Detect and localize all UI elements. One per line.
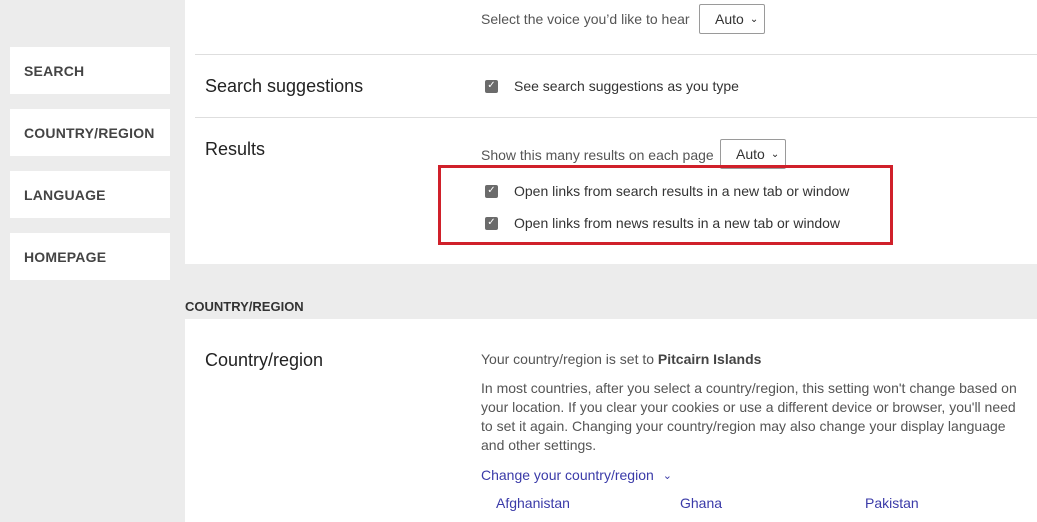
- sidebar-item-label: COUNTRY/REGION: [24, 124, 155, 141]
- sidebar-item-label: LANGUAGE: [24, 186, 106, 203]
- sidebar-item-label: SEARCH: [24, 62, 85, 79]
- change-country-link-label: Change your country/region: [481, 467, 654, 483]
- sidebar-item-country-region[interactable]: COUNTRY/REGION: [10, 109, 170, 156]
- annotation-highlight-box: [438, 165, 893, 245]
- search-settings-panel: Select the voice you’d like to hear Auto…: [185, 0, 1037, 264]
- sidebar-item-language[interactable]: LANGUAGE: [10, 171, 170, 218]
- current-country-value: Pitcairn Islands: [657, 351, 762, 367]
- country-region-section-heading: COUNTRY/REGION: [185, 299, 304, 314]
- change-country-link[interactable]: Change your country/region ⌄: [481, 467, 672, 483]
- voice-select-value: Auto: [715, 11, 744, 27]
- country-region-panel: Country/region Your country/region is se…: [185, 319, 1037, 522]
- country-region-title: Country/region: [205, 350, 324, 370]
- open-search-results-checkbox[interactable]: ✓: [485, 184, 498, 198]
- chevron-down-icon: ⌄: [662, 469, 672, 482]
- current-country-prefix: Your country/region is set to: [481, 351, 658, 367]
- voice-label: Select the voice you’d like to hear: [481, 11, 690, 27]
- country-description: In most countries, after you select a co…: [481, 380, 1017, 453]
- search-suggestions-label: See search suggestions as you type: [514, 78, 739, 94]
- search-suggestions-option[interactable]: ✓ See search suggestions as you type: [485, 78, 739, 94]
- chevron-down-icon: ⌄: [770, 148, 780, 160]
- country-option-ghana[interactable]: Ghana: [680, 495, 722, 511]
- checkmark-icon: ✓: [487, 80, 496, 91]
- results-count-value: Auto: [736, 146, 765, 162]
- checkmark-icon: ✓: [487, 217, 496, 228]
- sidebar-item-homepage[interactable]: HOMEPAGE: [10, 233, 170, 280]
- settings-sidebar: SEARCH COUNTRY/REGION LANGUAGE HOMEPAGE: [10, 47, 170, 295]
- search-suggestions-checkbox[interactable]: ✓: [485, 79, 498, 93]
- country-option-pakistan[interactable]: Pakistan: [865, 495, 919, 511]
- sidebar-item-label: HOMEPAGE: [24, 248, 107, 265]
- country-option-afghanistan[interactable]: Afghanistan: [496, 495, 570, 511]
- voice-select[interactable]: Auto ⌄: [699, 4, 766, 34]
- open-search-results-option[interactable]: ✓ Open links from search results in a ne…: [485, 183, 849, 199]
- open-news-results-checkbox[interactable]: ✓: [485, 216, 498, 230]
- open-news-results-option[interactable]: ✓ Open links from news results in a new …: [485, 215, 840, 231]
- results-count-label: Show this many results on each page: [481, 147, 714, 163]
- checkmark-icon: ✓: [487, 185, 496, 196]
- search-suggestions-title: Search suggestions: [205, 76, 364, 96]
- open-news-results-label: Open links from news results in a new ta…: [514, 215, 841, 231]
- results-title: Results: [205, 139, 266, 159]
- open-search-results-label: Open links from search results in a new …: [514, 183, 850, 199]
- results-count-select[interactable]: Auto ⌄: [720, 139, 787, 169]
- sidebar-item-search[interactable]: SEARCH: [10, 47, 170, 94]
- chevron-down-icon: ⌄: [749, 13, 759, 25]
- current-country-text: Your country/region is set to Pitcairn I…: [481, 351, 761, 367]
- divider: [195, 54, 1037, 55]
- divider: [195, 117, 1037, 118]
